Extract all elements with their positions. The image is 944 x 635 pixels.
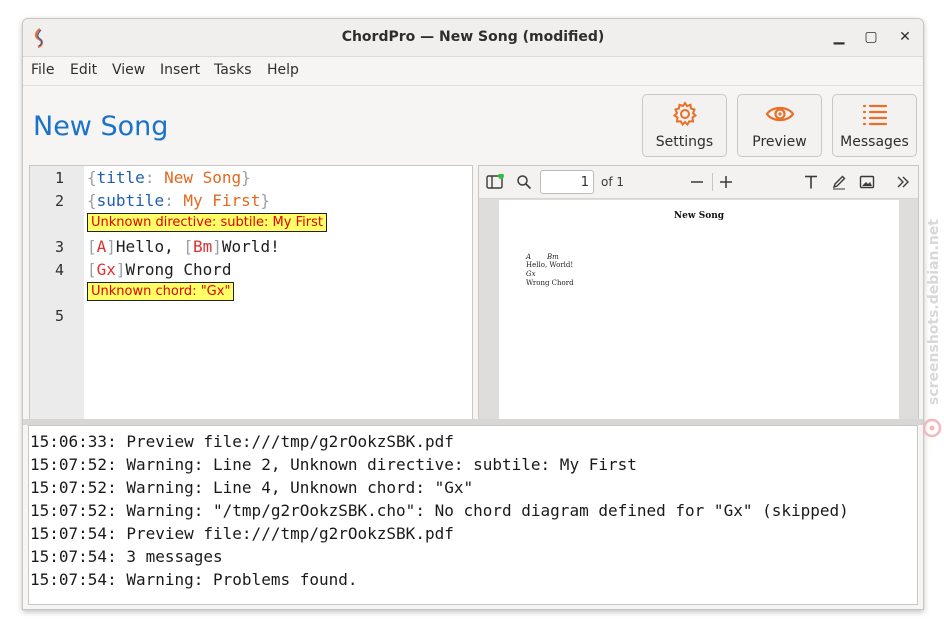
page-count: of 1 — [601, 175, 625, 189]
image-tool-icon[interactable] — [857, 172, 877, 192]
line-number: 1 — [54, 169, 64, 187]
watermark-text: screenshots.debian.net — [926, 219, 942, 405]
directive-colon: : — [164, 191, 184, 210]
bracket: ] — [212, 237, 222, 256]
brace: } — [241, 168, 251, 187]
bracket: ] — [115, 260, 126, 279]
directive-name: title — [96, 168, 145, 187]
menu-insert[interactable]: Insert — [160, 62, 200, 78]
log-line: 15:07:52: Warning: Line 4, Unknown chord… — [30, 478, 474, 497]
pdf-preview-pane: 1 of 1 New Song A Bm Hello, World! Gx Wr… — [478, 165, 919, 420]
text-tool-icon[interactable] — [801, 172, 821, 192]
preview-button[interactable]: Preview — [737, 94, 822, 157]
directive-value: My First — [183, 191, 261, 210]
more-tools-icon[interactable] — [893, 172, 913, 192]
messages-label: Messages — [840, 134, 909, 150]
chord: A — [96, 237, 107, 256]
log-line: 15:07:52: Warning: "/tmp/g2rOokzSBK.cho"… — [30, 501, 849, 520]
directive-value: New Song — [164, 168, 242, 187]
editor-line-4[interactable]: [Gx]Wrong Chord — [87, 260, 232, 279]
menu-tasks[interactable]: Tasks — [214, 62, 252, 78]
log-line: 15:07:54: Preview file:///tmp/g2rOokzSBK… — [30, 524, 454, 543]
lyric-text: Wrong Chord — [125, 260, 232, 279]
settings-button[interactable]: Settings — [642, 94, 727, 157]
messages-log[interactable]: 15:06:33: Preview file:///tmp/g2rOokzSBK… — [28, 425, 918, 605]
gear-icon — [672, 101, 697, 127]
close-button[interactable]: ✕ — [895, 27, 915, 47]
toolbar-divider — [712, 173, 713, 191]
page-number-input[interactable]: 1 — [540, 170, 594, 194]
pdf-lyrics: Hello, World! — [526, 261, 574, 269]
maximize-button[interactable]: ▢ — [861, 27, 881, 47]
song-title: New Song — [33, 111, 169, 142]
editor-line-1[interactable]: {title: New Song} — [87, 168, 251, 187]
pdf-chord: Bm — [547, 253, 559, 261]
title-bar: ChordPro — New Song (modified) ▁ ▢ ✕ — [23, 19, 923, 57]
line-number: 2 — [54, 192, 64, 210]
settings-label: Settings — [655, 134, 714, 150]
bracket: [ — [183, 237, 193, 256]
bracket: [ — [87, 237, 97, 256]
sidebar-toggle-icon[interactable] — [485, 172, 505, 192]
menu-bar: File Edit View Insert Tasks Help — [23, 57, 923, 86]
error-annotation: Unknown directive: subtile: My First — [87, 213, 327, 232]
pdf-lyrics: Wrong Chord — [526, 279, 574, 287]
minimize-button[interactable]: ▁ — [829, 27, 849, 47]
brace: { — [87, 191, 97, 210]
pdf-toolbar: 1 of 1 — [479, 166, 918, 199]
search-icon[interactable] — [514, 172, 534, 192]
log-line: 15:06:33: Preview file:///tmp/g2rOokzSBK… — [30, 432, 454, 451]
preview-label: Preview — [752, 134, 807, 150]
messages-button[interactable]: Messages — [832, 94, 917, 157]
editor-line-3[interactable]: [A]Hello, [Bm]World! — [87, 237, 280, 256]
app-window: ChordPro — New Song (modified) ▁ ▢ ✕ Fil… — [22, 18, 924, 610]
log-line: 15:07:52: Warning: Line 2, Unknown direc… — [30, 455, 637, 474]
lyric-text: Hello, — [115, 237, 184, 256]
menu-help[interactable]: Help — [267, 62, 299, 78]
menu-file[interactable]: File — [31, 62, 54, 78]
lyric-text: World! — [221, 237, 280, 256]
pdf-chord: Gx — [526, 270, 536, 278]
log-line: 15:07:54: Warning: Problems found. — [30, 570, 358, 589]
song-editor[interactable]: 1 2 3 4 5 {title: New Song} {subtile: My… — [29, 165, 473, 420]
menu-edit[interactable]: Edit — [70, 62, 97, 78]
brace: { — [87, 168, 97, 187]
brace: } — [260, 191, 271, 210]
line-number: 3 — [54, 238, 64, 256]
error-annotation: Unknown chord: "Gx" — [87, 282, 235, 301]
zoom-out-icon[interactable] — [687, 172, 707, 192]
bracket: ] — [106, 237, 116, 256]
list-icon — [862, 104, 887, 126]
watermark: screenshots.debian.net — [922, 219, 942, 438]
pdf-song-title: New Song — [673, 211, 725, 221]
line-number-gutter: 1 2 3 4 5 — [30, 166, 84, 419]
directive-colon: : — [144, 168, 165, 187]
line-number: 5 — [54, 307, 64, 325]
editor-line-2[interactable]: {subtile: My First} — [87, 191, 270, 210]
chord: Bm — [193, 237, 213, 256]
draw-tool-icon[interactable] — [829, 172, 849, 192]
menu-view[interactable]: View — [112, 62, 145, 78]
directive-name: subtile — [96, 191, 165, 210]
chord: Gx — [96, 260, 116, 279]
log-line: 15:07:54: 3 messages — [30, 547, 223, 566]
pdf-page: New Song A Bm Hello, World! Gx Wrong Cho… — [499, 200, 899, 419]
eye-icon — [765, 106, 794, 122]
bracket: [ — [87, 260, 97, 279]
zoom-in-icon[interactable] — [716, 172, 736, 192]
pdf-chord: A — [526, 253, 532, 261]
window-title: ChordPro — New Song (modified) — [341, 29, 605, 45]
line-number: 4 — [54, 261, 64, 279]
